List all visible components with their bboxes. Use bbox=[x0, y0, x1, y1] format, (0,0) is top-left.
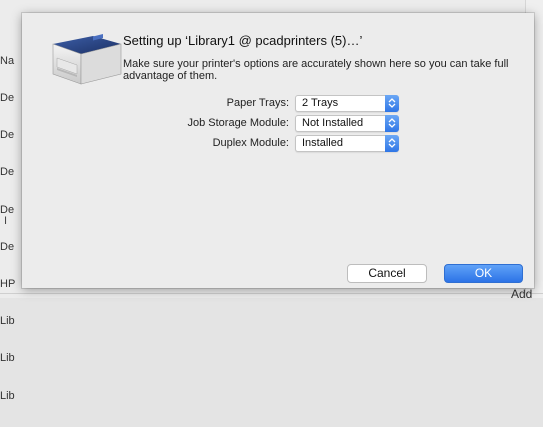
background-list-item[interactable]: De bbox=[0, 129, 16, 141]
duplex-label: Duplex Module: bbox=[212, 137, 289, 149]
background-list-item[interactable]: De bbox=[0, 241, 16, 253]
sheet-description: Make sure your printer's options are acc… bbox=[123, 58, 509, 82]
stepper-icon bbox=[385, 95, 399, 112]
background-side-mark: I bbox=[4, 215, 8, 227]
background-list-item[interactable]: Na bbox=[0, 55, 16, 67]
printer-icon bbox=[52, 34, 122, 85]
cancel-button[interactable]: Cancel bbox=[347, 264, 427, 283]
background-list-item[interactable]: HP bbox=[0, 278, 16, 290]
sheet-title: Setting up ‘Library1 @ pcadprinters (5)…… bbox=[123, 33, 363, 48]
background-list-item[interactable]: Lib bbox=[0, 390, 16, 402]
background-list-item[interactable]: De bbox=[0, 92, 16, 104]
printer-setup-sheet: Setting up ‘Library1 @ pcadprinters (5)…… bbox=[22, 13, 534, 288]
background-list-item[interactable]: Lib bbox=[0, 315, 16, 327]
background-list-item[interactable]: De bbox=[0, 166, 16, 178]
option-row-job-storage: Job Storage Module: Not Installed bbox=[22, 115, 534, 133]
background-divider bbox=[0, 293, 543, 294]
ok-button[interactable]: OK bbox=[444, 264, 523, 283]
background-add-button[interactable]: Add bbox=[511, 287, 532, 301]
stepper-icon bbox=[385, 135, 399, 152]
stepper-icon bbox=[385, 115, 399, 132]
job-storage-value: Not Installed bbox=[302, 117, 364, 129]
paper-trays-select[interactable]: 2 Trays bbox=[295, 95, 399, 112]
duplex-value: Installed bbox=[302, 137, 343, 149]
background-list-item[interactable]: De bbox=[0, 204, 16, 216]
job-storage-label: Job Storage Module: bbox=[187, 117, 289, 129]
option-row-duplex: Duplex Module: Installed bbox=[22, 135, 534, 153]
paper-trays-value: 2 Trays bbox=[302, 97, 339, 109]
option-row-paper-trays: Paper Trays: 2 Trays bbox=[22, 95, 534, 113]
job-storage-select[interactable]: Not Installed bbox=[295, 115, 399, 132]
background-list-item[interactable]: Lib bbox=[0, 352, 16, 364]
duplex-select[interactable]: Installed bbox=[295, 135, 399, 152]
paper-trays-label: Paper Trays: bbox=[226, 97, 289, 109]
background-printer-list: Na De De De De De HP Lib Lib Lib bbox=[0, 30, 16, 427]
